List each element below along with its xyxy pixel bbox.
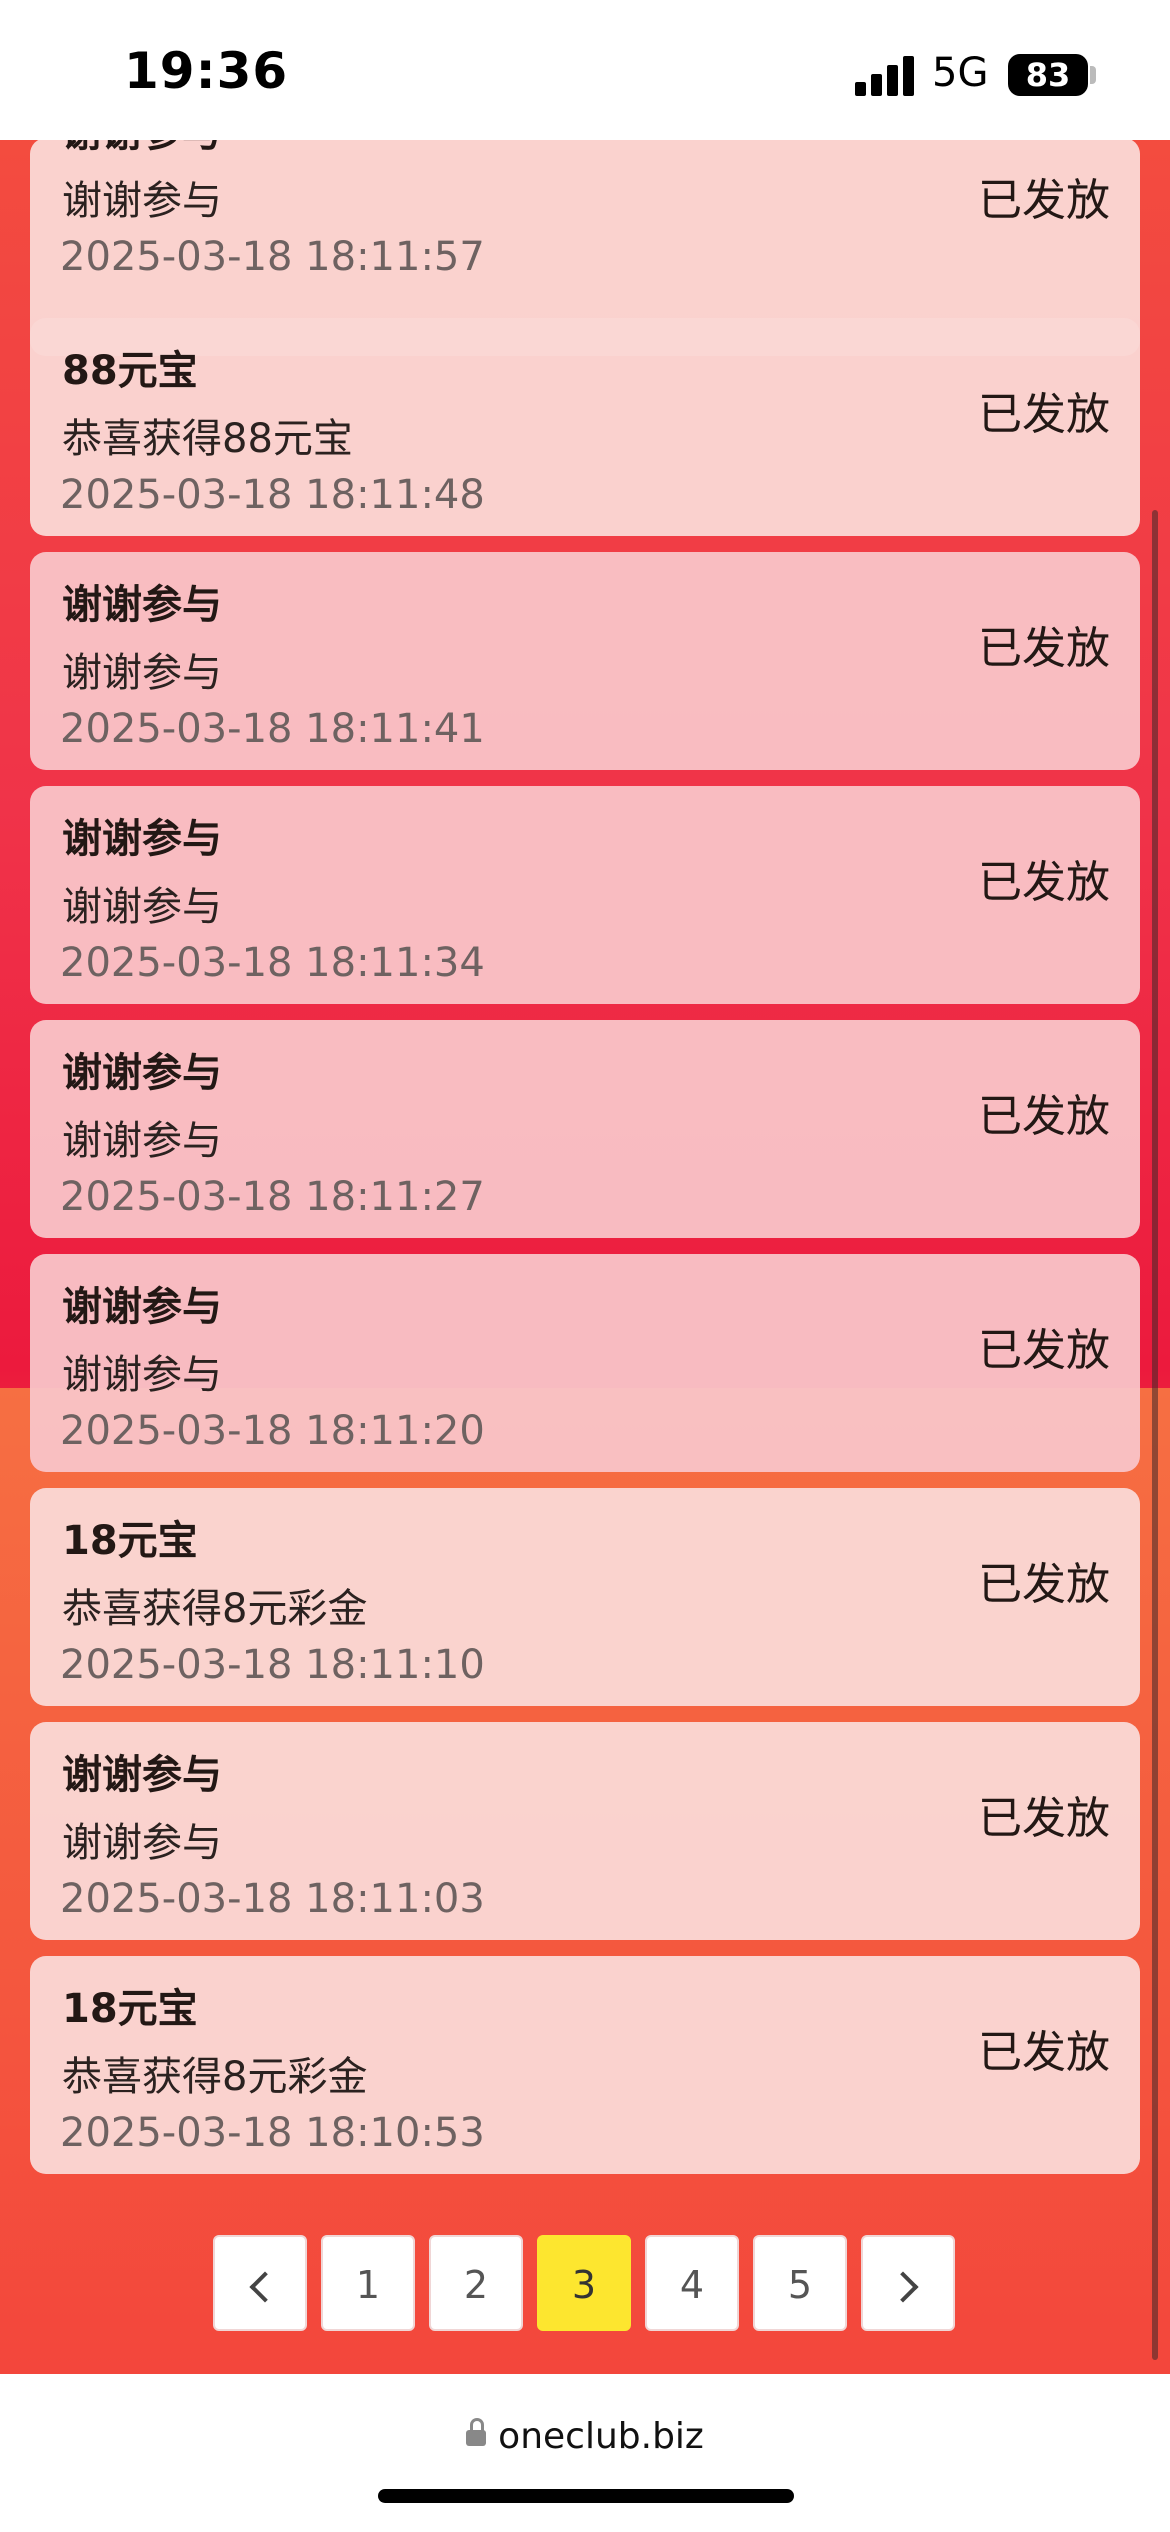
home-indicator[interactable]	[378, 2489, 794, 2503]
record-time: 2025-03-18 18:11:41	[60, 706, 485, 752]
record-desc: 恭喜获得88元宝	[62, 416, 353, 462]
record-time: 2025-03-18 18:11:48	[60, 472, 485, 518]
record-list-page[interactable]: 谢谢参与 谢谢参与 2025-03-18 18:11:57 已发放 88元宝 恭…	[0, 140, 1170, 2374]
record-title: 谢谢参与	[62, 816, 222, 862]
scrollbar[interactable]	[1152, 510, 1158, 2360]
record-title: 谢谢参与	[62, 582, 222, 628]
url-text: oneclub.biz	[498, 2416, 704, 2457]
record-title: 谢谢参与	[62, 1050, 222, 1096]
battery-tip	[1090, 66, 1096, 84]
list-item[interactable]: 谢谢参与 谢谢参与 2025-03-18 18:11:27 已发放	[30, 1020, 1140, 1238]
record-title: 18元宝	[62, 1518, 198, 1564]
record-time: 2025-03-18 18:11:20	[60, 1408, 485, 1454]
list-item[interactable]: 谢谢参与 谢谢参与 2025-03-18 18:11:20 已发放	[30, 1254, 1140, 1472]
record-time: 2025-03-18 18:11:03	[60, 1876, 485, 1922]
record-desc: 谢谢参与	[62, 178, 222, 224]
page-button-1[interactable]: 1	[321, 2235, 415, 2331]
record-status: 已发放	[978, 1091, 1110, 1142]
record-status: 已发放	[978, 623, 1110, 674]
list-item[interactable]: 谢谢参与 谢谢参与 2025-03-18 18:11:41 已发放	[30, 552, 1140, 770]
status-time: 19:36	[124, 42, 289, 100]
record-status: 已发放	[978, 175, 1110, 226]
record-time: 2025-03-18 18:11:27	[60, 1174, 485, 1220]
record-desc: 谢谢参与	[62, 1820, 222, 1866]
battery-icon: 83	[1008, 54, 1088, 96]
record-time: 2025-03-18 18:11:10	[60, 1642, 485, 1688]
browser-address-bar[interactable]: oneclub.biz	[0, 2374, 1170, 2532]
record-status: 已发放	[978, 1559, 1110, 1610]
page-button-2[interactable]: 2	[429, 2235, 523, 2331]
record-desc: 谢谢参与	[62, 1352, 222, 1398]
record-status: 已发放	[978, 389, 1110, 440]
network-type: 5G	[932, 50, 989, 96]
record-time: 2025-03-18 18:11:34	[60, 940, 485, 986]
page-button-3-current[interactable]: 3	[537, 2235, 631, 2331]
record-desc: 谢谢参与	[62, 650, 222, 696]
record-time: 2025-03-18 18:10:53	[60, 2110, 485, 2156]
status-bar: 19:36 5G 83	[0, 0, 1170, 140]
record-title: 谢谢参与	[62, 140, 222, 158]
record-title: 谢谢参与	[62, 1284, 222, 1330]
list-item[interactable]: 18元宝 恭喜获得8元彩金 2025-03-18 18:10:53 已发放	[30, 1956, 1140, 2174]
signal-icon	[855, 54, 917, 96]
page-button-5[interactable]: 5	[753, 2235, 847, 2331]
lock-icon	[466, 2418, 487, 2446]
record-title: 18元宝	[62, 1986, 198, 2032]
record-status: 已发放	[978, 2027, 1110, 2078]
record-time: 2025-03-18 18:11:57	[60, 234, 485, 280]
prev-page-button[interactable]	[213, 2235, 307, 2331]
record-desc: 恭喜获得8元彩金	[62, 1586, 368, 1632]
record-desc: 谢谢参与	[62, 1118, 222, 1164]
record-status: 已发放	[978, 1793, 1110, 1844]
record-desc: 恭喜获得8元彩金	[62, 2054, 368, 2100]
list-item[interactable]: 88元宝 恭喜获得88元宝 2025-03-18 18:11:48 已发放	[30, 318, 1140, 536]
url-display[interactable]: oneclub.biz	[0, 2416, 1170, 2457]
record-title: 88元宝	[62, 348, 198, 394]
record-status: 已发放	[978, 857, 1110, 908]
list-item[interactable]: 18元宝 恭喜获得8元彩金 2025-03-18 18:11:10 已发放	[30, 1488, 1140, 1706]
chevron-left-icon	[249, 2271, 281, 2303]
chevron-right-icon	[887, 2271, 919, 2303]
record-status: 已发放	[978, 1325, 1110, 1376]
record-desc: 谢谢参与	[62, 884, 222, 930]
record-title: 谢谢参与	[62, 1752, 222, 1798]
page-button-4[interactable]: 4	[645, 2235, 739, 2331]
next-page-button[interactable]	[861, 2235, 955, 2331]
list-item[interactable]: 谢谢参与 谢谢参与 2025-03-18 18:11:34 已发放	[30, 786, 1140, 1004]
list-item[interactable]: 谢谢参与 谢谢参与 2025-03-18 18:11:03 已发放	[30, 1722, 1140, 1940]
